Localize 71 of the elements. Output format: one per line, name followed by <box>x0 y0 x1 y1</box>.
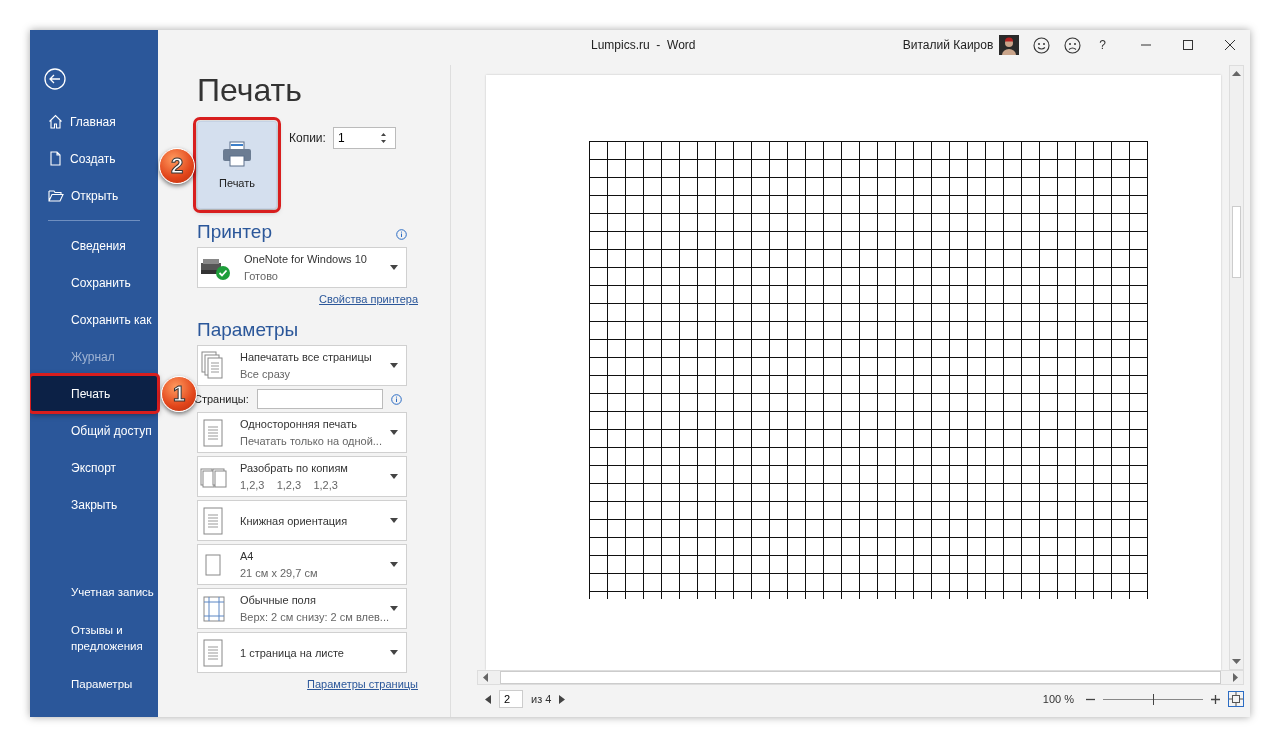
copies-label: Копии: <box>289 130 326 145</box>
printer-icon <box>222 141 252 167</box>
scroll-up-icon[interactable] <box>1232 70 1241 76</box>
nav-item[interactable]: Главная <box>30 103 158 140</box>
smiley-icon[interactable] <box>1033 36 1051 54</box>
back-icon[interactable] <box>44 68 66 90</box>
nav-item[interactable]: Сохранить как <box>30 301 158 338</box>
scroll-right-icon[interactable] <box>1233 673 1239 682</box>
caret-icon <box>390 474 398 479</box>
close-icon[interactable] <box>1224 39 1236 51</box>
zoom-reading: 100 % <box>1042 693 1074 705</box>
caret-icon <box>390 430 398 435</box>
zoom-in-icon[interactable] <box>1211 694 1220 704</box>
next-page-icon[interactable] <box>559 694 566 704</box>
window-title: Lumpics.ru - Word <box>591 38 696 52</box>
nav-item[interactable]: Отзывы и предложения <box>30 611 158 665</box>
printer-properties-link[interactable]: Свойства принтера <box>319 293 418 305</box>
avatar-icon[interactable] <box>999 35 1020 55</box>
nav-item[interactable]: Сведения <box>30 227 158 264</box>
frown-icon[interactable] <box>1064 36 1082 54</box>
pages-label: Страницы: <box>194 393 249 405</box>
info-icon[interactable] <box>390 393 402 405</box>
nav-item[interactable]: Закрыть <box>30 486 158 523</box>
settings-dropdown[interactable]: Разобрать по копиям 1,2,3 1,2,3 1,2,3 <box>197 456 407 497</box>
settings-dropdown[interactable]: 1 страница на листе <box>197 632 407 673</box>
copies-value[interactable]: 1 <box>333 130 380 146</box>
nav-item[interactable]: Учетная запись <box>30 573 158 611</box>
settings-dropdown[interactable]: Напечатать все страницы Все сразу <box>197 345 407 386</box>
settings-dropdown[interactable]: Односторонняя печать Печатать только на одной... <box>197 412 407 453</box>
horizontal-scrollbar[interactable] <box>477 670 1244 685</box>
fit-page-icon[interactable] <box>1228 691 1244 707</box>
nav-item[interactable]: Сохранить <box>30 264 158 301</box>
scrollbar-thumb[interactable] <box>500 671 1221 684</box>
settings-heading: Параметры <box>197 319 300 341</box>
spinner-arrows-icon[interactable] <box>379 131 387 145</box>
help-button[interactable]: ? <box>1095 38 1110 52</box>
scroll-down-icon[interactable] <box>1232 659 1241 665</box>
settings-dropdown[interactable]: Обычные поля Верх: 2 см снизу: 2 см влев... <box>197 588 407 629</box>
step-badge: 2 <box>159 148 195 184</box>
page-setup-link[interactable]: Параметры страницы <box>307 678 418 690</box>
page-title: Печать <box>197 72 303 109</box>
nav-item[interactable]: Создать <box>30 140 158 177</box>
nav-item[interactable]: Общий доступ <box>30 412 158 449</box>
page-total: из 4 <box>531 693 552 705</box>
info-icon[interactable] <box>396 228 407 240</box>
home-icon <box>48 114 63 129</box>
previous-page-icon[interactable] <box>485 694 491 704</box>
caret-icon <box>390 606 398 611</box>
copies-spinner[interactable]: 1 <box>332 127 396 149</box>
printer-dropdown[interactable]: OneNote for Windows 10 Готово <box>197 247 407 288</box>
printer-heading: Принтер <box>197 221 272 243</box>
caret-icon <box>390 518 398 523</box>
nav-item[interactable]: Параметры <box>30 665 158 703</box>
settings-dropdown[interactable]: A4 21 см x 29,7 см <box>197 544 407 585</box>
nav-item[interactable]: Экспорт <box>30 449 158 486</box>
caret-icon <box>390 562 398 567</box>
maximize-icon[interactable] <box>1182 39 1194 51</box>
folder-icon <box>48 188 64 203</box>
scrollbar-thumb[interactable] <box>1232 206 1241 278</box>
pages-field[interactable] <box>256 389 383 409</box>
page-number-field[interactable]: 2 <box>499 690 523 708</box>
scroll-left-icon[interactable] <box>482 673 488 682</box>
caret-icon <box>390 265 398 270</box>
caret-icon <box>390 363 398 368</box>
document-icon <box>48 151 63 166</box>
vertical-scrollbar[interactable] <box>1229 65 1244 670</box>
nav-item[interactable]: Печать <box>30 375 158 412</box>
nav-item[interactable]: Открыть <box>30 177 158 214</box>
user-name[interactable]: Виталий Каиров <box>902 38 994 52</box>
settings-dropdown[interactable]: Книжная ориентация <box>197 500 407 541</box>
caret-icon <box>390 650 398 655</box>
